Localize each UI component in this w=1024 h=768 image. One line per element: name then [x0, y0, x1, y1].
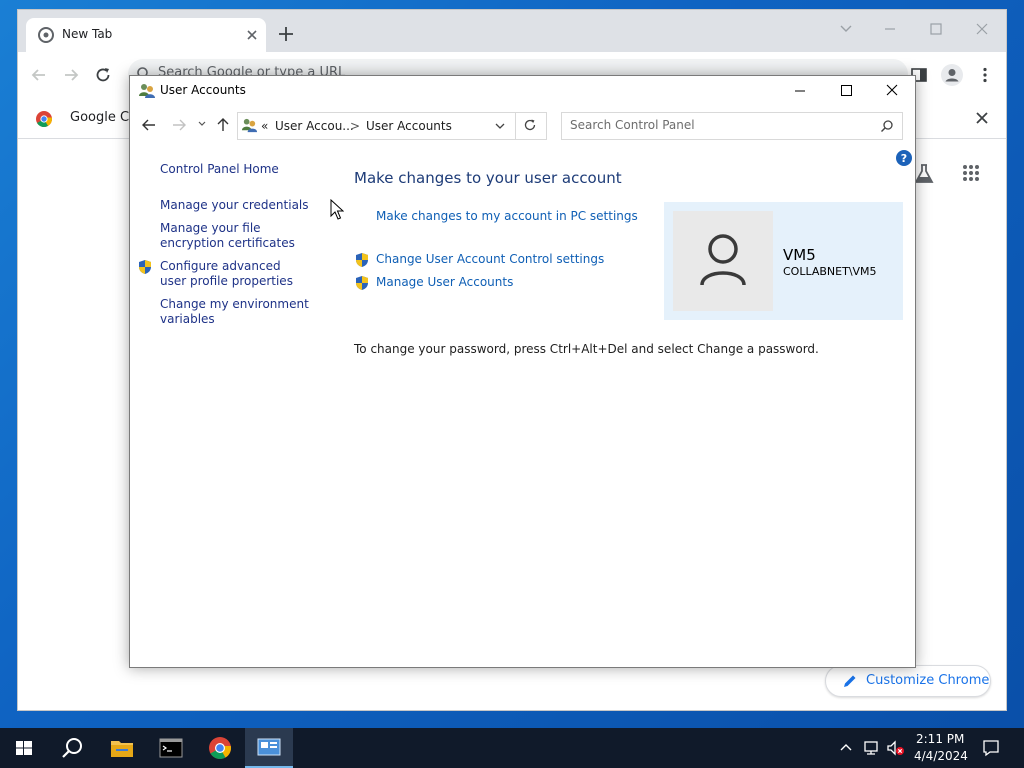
svg-text:?: ? [901, 152, 907, 165]
mouse-cursor-icon [330, 199, 344, 220]
customize-chrome-button[interactable]: Customize Chrome [825, 665, 991, 697]
page-title: Make changes to your user account [354, 169, 622, 187]
user-accounts-window: User Accounts « User Accou... > User Acc… [129, 75, 916, 668]
cp-search-icon[interactable] [880, 119, 894, 133]
breadcrumb-separator[interactable]: > [350, 119, 360, 133]
command-prompt-icon[interactable] [147, 728, 195, 768]
chrome-tab-close-icon[interactable] [242, 25, 262, 45]
cp-navigation-bar: « User Accou... > User Accounts Search C… [130, 106, 915, 144]
user-silhouette-icon [699, 233, 747, 287]
new-tab-plus-icon[interactable] [276, 24, 296, 44]
user-accounts-app-icon [138, 82, 156, 100]
cp-back-arrow-icon[interactable] [141, 117, 157, 133]
uac-shield-icon [354, 252, 370, 268]
notifications-icon[interactable] [982, 739, 1000, 757]
chrome-close-icon[interactable] [964, 16, 1000, 42]
customize-chrome-label: Customize Chrome [866, 673, 990, 688]
taskbar: 2:11 PM 4/4/2024 [0, 728, 1024, 768]
cp-forward-arrow-icon[interactable] [171, 117, 187, 133]
cp-maximize-icon[interactable] [823, 76, 869, 106]
uac-shield-icon [137, 259, 153, 275]
labs-flask-icon[interactable] [914, 163, 934, 185]
file-explorer-folder-icon[interactable] [98, 728, 146, 768]
volume-muted-icon[interactable] [885, 738, 905, 758]
start-windows-icon[interactable] [0, 728, 48, 768]
breadcrumb-overflow[interactable]: « [261, 119, 268, 133]
cp-window-title: User Accounts [160, 83, 246, 97]
forward-arrow-icon[interactable] [62, 66, 80, 84]
chrome-tab-search-icon[interactable] [828, 16, 864, 42]
chrome-tab-new-tab[interactable]: New Tab [26, 18, 266, 52]
chrome-tab-title: New Tab [62, 27, 113, 41]
chrome-tab-favicon-icon [38, 27, 54, 43]
breadcrumb-user-accounts-parent[interactable]: User Accou... [275, 119, 354, 133]
clock-date[interactable]: 4/4/2024 [914, 749, 968, 763]
chrome-minimize-icon[interactable] [872, 16, 908, 42]
cp-minimize-icon[interactable] [777, 76, 823, 106]
taskbar-search-icon[interactable] [48, 728, 96, 768]
address-dropdown-chevron-icon[interactable] [494, 121, 506, 131]
cp-search-placeholder: Search Control Panel [570, 118, 695, 132]
tray-overflow-chevron-icon[interactable] [838, 740, 854, 756]
cp-search-input[interactable]: Search Control Panel [561, 112, 903, 140]
back-arrow-icon[interactable] [30, 66, 48, 84]
user-name: VM5 [783, 246, 816, 264]
breadcrumb-user-accounts-current[interactable]: User Accounts [366, 119, 452, 133]
pencil-icon [842, 673, 858, 689]
password-change-note: To change your password, press Ctrl+Alt+… [354, 342, 819, 356]
chrome-maximize-icon[interactable] [918, 16, 954, 42]
link-pc-settings[interactable]: Make changes to my account in PC setting… [376, 209, 638, 223]
link-manage-user-accounts[interactable]: Manage User Accounts [376, 275, 513, 289]
help-question-icon[interactable]: ? [896, 150, 912, 166]
cp-close-icon[interactable] [869, 76, 915, 106]
bookmark-bar-close-icon[interactable] [974, 110, 990, 126]
address-user-accounts-icon [241, 117, 258, 134]
cp-refresh-button[interactable] [514, 112, 547, 140]
nav-advanced-user-profile[interactable]: Configure advanced user profile properti… [160, 259, 310, 289]
profile-avatar-icon[interactable] [940, 63, 964, 87]
google-apps-grid-icon[interactable] [962, 164, 980, 182]
user-account-tile: VM5 COLLABNET\VM5 [664, 202, 903, 320]
link-change-uac-settings[interactable]: Change User Account Control settings [376, 252, 604, 266]
chrome-menu-icon[interactable] [976, 66, 994, 84]
uac-shield-icon [354, 275, 370, 291]
nav-environment-variables[interactable]: Change my environment variables [160, 297, 310, 327]
cp-title-bar[interactable]: User Accounts [130, 76, 915, 106]
user-domain-account: COLLABNET\VM5 [783, 265, 877, 278]
network-icon[interactable] [862, 739, 880, 757]
nav-control-panel-home[interactable]: Control Panel Home [160, 162, 279, 177]
chrome-taskbar-icon[interactable] [196, 728, 244, 768]
clock-time[interactable]: 2:11 PM [916, 732, 964, 746]
cp-up-arrow-icon[interactable] [215, 117, 231, 133]
nav-file-encryption-certificates[interactable]: Manage your file encryption certificates [160, 221, 320, 251]
cp-recent-dropdown-icon[interactable] [197, 119, 207, 129]
chrome-logo-icon [35, 110, 53, 128]
nav-manage-credentials[interactable]: Manage your credentials [160, 198, 309, 213]
avatar [673, 211, 773, 311]
cp-address-bar[interactable]: « User Accou... > User Accounts [237, 112, 516, 140]
reload-icon[interactable] [94, 66, 112, 84]
bookmark-google-chrome[interactable]: Google Ch [70, 110, 137, 125]
control-panel-taskbar-icon[interactable] [245, 728, 293, 768]
chrome-tab-strip: New Tab [18, 10, 1006, 52]
refresh-icon [523, 118, 537, 132]
